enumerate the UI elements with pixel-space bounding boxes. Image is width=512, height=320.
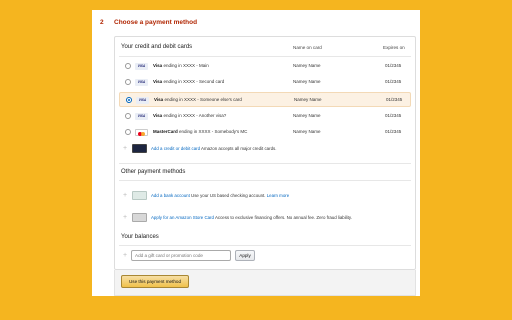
visa-logo-icon: VISA: [136, 97, 149, 104]
card-suffix: ending in XXXX - Another visa?: [162, 113, 227, 118]
bank-text: Use your US based checking account.: [189, 193, 267, 198]
credit-card-icon: [132, 144, 147, 153]
card-suffix: ending in XXXX - Somebody's MC: [177, 129, 248, 134]
card-radio-selected[interactable]: [126, 97, 132, 103]
step-header: 2 Choose a payment method: [100, 19, 197, 26]
add-card-line: Add a credit or debit card Amazon accept…: [151, 146, 276, 151]
card-holder-name: Namey Name: [294, 97, 322, 102]
card-radio[interactable]: [125, 129, 131, 135]
other-section-title: Other payment methods: [121, 169, 186, 175]
divider: [119, 245, 411, 246]
visa-logo-icon: VISA: [135, 79, 148, 86]
store-card-link[interactable]: Apply for an Amazon Store Card: [151, 215, 214, 220]
gift-card-input[interactable]: [131, 250, 231, 261]
footer-bar: Use this payment method: [114, 270, 416, 296]
divider: [119, 180, 411, 181]
card-description: MasterCard ending in XXXX - Somebody's M…: [153, 129, 247, 134]
learn-more-link[interactable]: Learn more: [267, 193, 289, 198]
apply-button[interactable]: Apply: [235, 250, 255, 261]
use-payment-method-button[interactable]: Use this payment method: [121, 275, 189, 288]
card-suffix: ending in XXXX - Someone else's card: [163, 97, 242, 102]
check-icon: [132, 191, 147, 200]
card-description: Visa ending in XXXX - Someone else's car…: [154, 97, 242, 102]
card-holder-name: Namey Name: [293, 63, 321, 68]
card-description: Visa ending in XXXX - Another visa?: [153, 113, 226, 118]
card-suffix: ending in XXXX - Second card: [162, 79, 225, 84]
plus-icon: +: [123, 145, 128, 152]
card-brand: Visa: [153, 79, 163, 84]
add-card-link[interactable]: Add a credit or debit card: [151, 146, 200, 151]
card-suffix: ending in XXXX - Main: [162, 63, 209, 68]
card-expiry: 01/2345: [385, 129, 402, 134]
add-bank-link[interactable]: Add a bank account: [151, 193, 190, 198]
cards-section-title: Your credit and debit cards: [121, 44, 193, 50]
mastercard-logo-icon: [135, 129, 148, 136]
card-row[interactable]: MasterCard ending in XXXX - Somebody's M…: [119, 125, 411, 140]
card-row[interactable]: VISA Visa ending in XXXX - Another visa?…: [119, 109, 411, 124]
payment-panel: 2 Choose a payment method Your credit and…: [92, 10, 420, 296]
card-holder-name: Namey Name: [293, 79, 321, 84]
card-row[interactable]: VISA Visa ending in XXXX - Main Namey Na…: [119, 59, 411, 74]
plus-icon: +: [123, 214, 128, 221]
card-row[interactable]: VISA Visa ending in XXXX - Second card N…: [119, 75, 411, 90]
store-card-line: Apply for an Amazon Store Card Access to…: [151, 215, 352, 220]
store-card-text: Access to exclusive financing offers. No…: [213, 215, 352, 220]
add-card-note: Amazon accepts all major credit cards.: [200, 146, 277, 151]
payment-options-box: Your credit and debit cards Name on card…: [114, 36, 416, 270]
card-radio[interactable]: [125, 113, 131, 119]
card-expiry: 01/2345: [385, 79, 402, 84]
card-expiry: 01/2345: [385, 63, 402, 68]
card-expiry: 01/2345: [386, 97, 403, 102]
visa-logo-icon: VISA: [135, 113, 148, 120]
card-expiry: 01/2345: [385, 113, 402, 118]
divider: [119, 56, 411, 57]
card-brand: MasterCard: [153, 129, 178, 134]
balances-section-title: Your balances: [121, 234, 159, 240]
plus-icon: +: [123, 192, 128, 199]
card-row-selected[interactable]: VISA Visa ending in XXXX - Someone else'…: [119, 92, 411, 107]
card-description: Visa ending in XXXX - Main: [153, 63, 209, 68]
plus-icon: +: [123, 252, 128, 259]
store-card-icon: [132, 213, 147, 222]
divider: [119, 163, 411, 164]
card-description: Visa ending in XXXX - Second card: [153, 79, 224, 84]
column-expires-on: Expires on: [383, 45, 405, 50]
card-brand: Visa: [153, 113, 163, 118]
card-brand: Visa: [153, 63, 163, 68]
visa-logo-icon: VISA: [135, 63, 148, 70]
step-title: Choose a payment method: [114, 19, 198, 26]
card-radio[interactable]: [125, 79, 131, 85]
column-name-on-card: Name on card: [293, 45, 322, 50]
card-holder-name: Namey Name: [293, 113, 321, 118]
step-number: 2: [100, 19, 104, 26]
card-radio[interactable]: [125, 63, 131, 69]
card-holder-name: Namey Name: [293, 129, 321, 134]
card-brand: Visa: [154, 97, 164, 102]
bank-line: Add a bank account Use your US based che…: [151, 193, 289, 198]
